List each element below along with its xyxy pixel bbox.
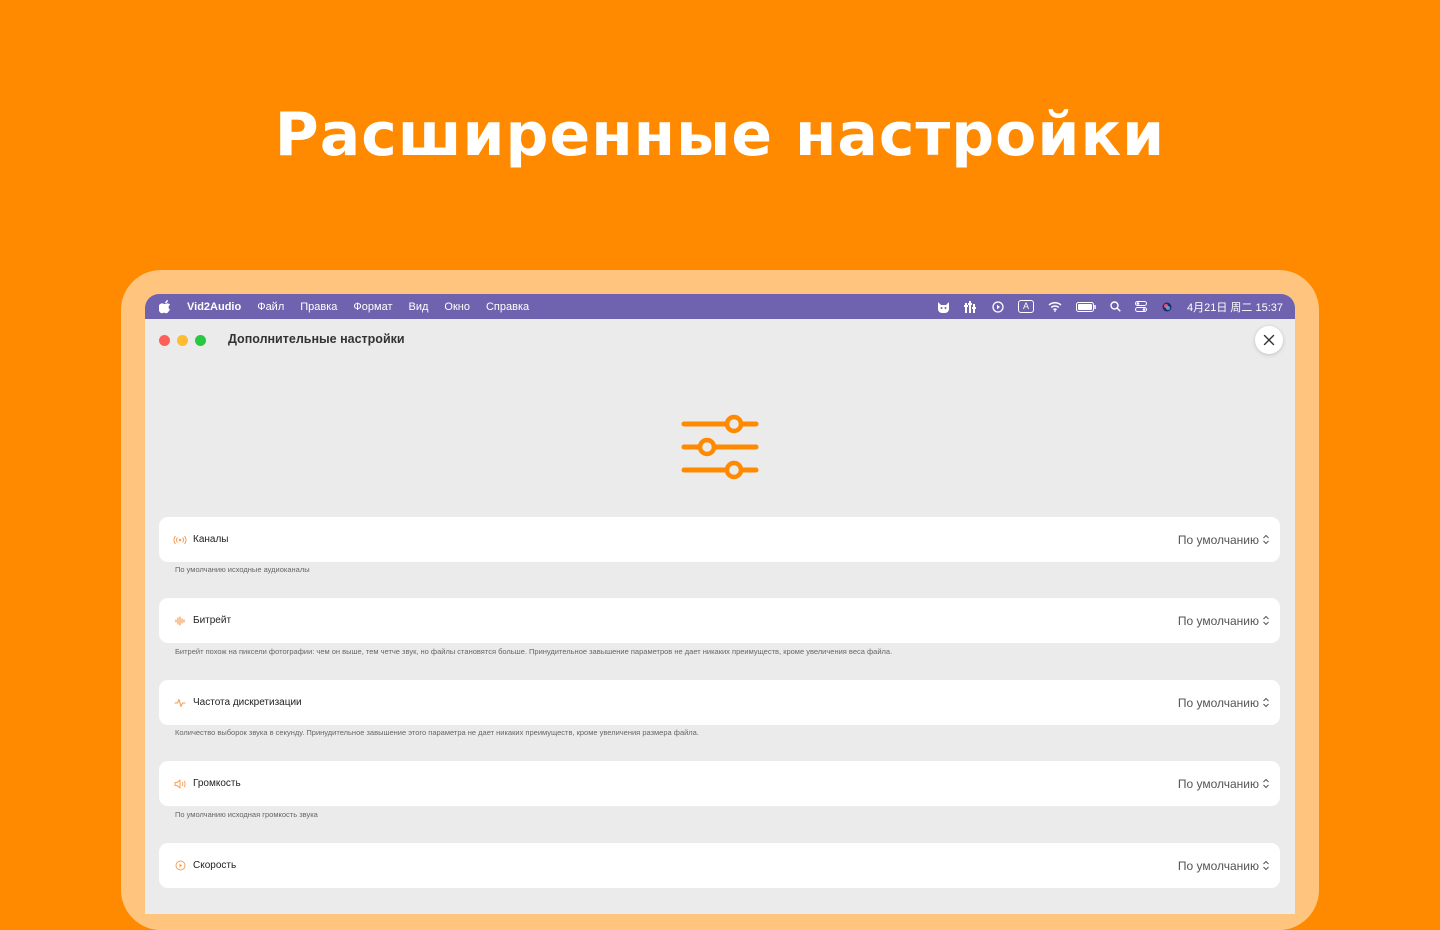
chevron-updown-icon xyxy=(1262,697,1270,708)
window-title: Дополнительные настройки xyxy=(228,332,405,346)
setting-value: По умолчанию xyxy=(1177,776,1259,791)
setting-label: Битрейт xyxy=(193,615,232,626)
menubar-clock[interactable]: 4月21日 周二 15:37 xyxy=(1187,299,1283,315)
channels-icon xyxy=(173,533,187,547)
setting-value: По умолчанию xyxy=(1177,858,1259,873)
pulse-icon xyxy=(173,696,187,710)
chevron-updown-icon xyxy=(1262,860,1270,871)
cat-icon[interactable] xyxy=(937,301,950,313)
menu-file[interactable]: Файл xyxy=(257,301,284,313)
window-minimize-button[interactable] xyxy=(177,335,188,346)
chevron-updown-icon xyxy=(1262,778,1270,789)
setting-select[interactable]: По умолчанию xyxy=(1178,614,1270,628)
menu-app-name[interactable]: Vid2Audio xyxy=(187,301,241,313)
setting-description: Битрейт похож на пиксели фотографии: чем… xyxy=(175,647,893,656)
setting-description: По умолчанию исходные аудиоканалы xyxy=(175,565,310,574)
battery-icon[interactable] xyxy=(1076,301,1096,312)
input-source-label: A xyxy=(1017,300,1034,313)
setting-description: По умолчанию исходная громкость звука xyxy=(175,810,318,819)
search-icon[interactable] xyxy=(1110,301,1121,312)
setting-row-channels[interactable]: Каналы По умолчанию xyxy=(159,517,1280,562)
wifi-icon[interactable] xyxy=(1048,301,1062,312)
chevron-updown-icon xyxy=(1262,534,1270,545)
setting-select[interactable]: По умолчанию xyxy=(1178,696,1270,710)
setting-row-sample-rate[interactable]: Частота дискретизации По умолчанию xyxy=(159,680,1280,725)
speaker-icon xyxy=(173,777,187,791)
setting-row-speed[interactable]: Скорость По умолчанию xyxy=(159,843,1280,888)
setting-value: По умолчанию xyxy=(1177,613,1259,628)
waveform-icon xyxy=(173,614,187,628)
menu-format[interactable]: Формат xyxy=(353,301,392,313)
setting-select[interactable]: По умолчанию xyxy=(1178,777,1270,791)
setting-value: По умолчанию xyxy=(1177,532,1259,547)
window-titlebar: Дополнительные настройки xyxy=(145,319,1295,361)
menu-view[interactable]: Вид xyxy=(409,301,429,313)
setting-select[interactable]: По умолчанию xyxy=(1178,533,1270,547)
setting-label: Скорость xyxy=(193,860,237,871)
setting-select[interactable]: По умолчанию xyxy=(1178,859,1270,873)
setting-description: Количество выборок звука в секунду. Прин… xyxy=(175,728,699,737)
headline: Расширенные настройки xyxy=(274,100,1166,170)
menu-window[interactable]: Окно xyxy=(444,301,470,313)
setting-label: Частота дискретизации xyxy=(193,697,302,708)
control-center-icon[interactable] xyxy=(1135,301,1147,312)
setting-label: Каналы xyxy=(193,534,229,545)
menu-bar: Vid2Audio Файл Правка Формат Вид Окно Сп… xyxy=(145,294,1295,319)
window-zoom-button[interactable] xyxy=(195,335,206,346)
chevron-updown-icon xyxy=(1262,615,1270,626)
setting-row-bitrate[interactable]: Битрейт По умолчанию xyxy=(159,598,1280,643)
window-close-button[interactable] xyxy=(159,335,170,346)
apple-menu-icon[interactable] xyxy=(159,299,173,314)
setting-row-volume[interactable]: Громкость По умолчанию xyxy=(159,761,1280,806)
sliders-icon xyxy=(681,414,759,480)
close-icon xyxy=(1263,334,1275,346)
equalizer-icon[interactable] xyxy=(963,300,978,313)
dismiss-button[interactable] xyxy=(1255,326,1283,354)
app-screen: Vid2Audio Файл Правка Формат Вид Окно Сп… xyxy=(145,294,1295,914)
setting-value: По умолчанию xyxy=(1177,695,1259,710)
status-area: A 4月21日 周二 15:37 xyxy=(923,299,1283,315)
play-circle-icon[interactable] xyxy=(992,300,1004,313)
input-source-icon[interactable]: A xyxy=(1017,300,1034,313)
menu-edit[interactable]: Правка xyxy=(300,301,337,313)
siri-icon[interactable] xyxy=(1161,301,1173,313)
menu-help[interactable]: Справка xyxy=(486,301,529,313)
setting-label: Громкость xyxy=(193,778,241,789)
speed-icon xyxy=(173,859,187,873)
